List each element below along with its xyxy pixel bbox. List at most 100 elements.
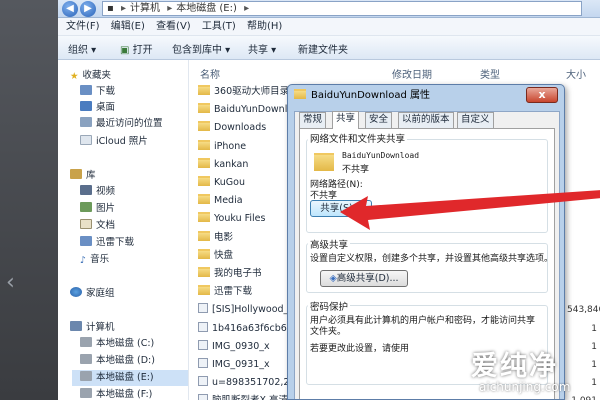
address-input[interactable]: ▪ ▸ 计算机 ▸ 本地磁盘 (E:) ▸ (102, 1, 582, 16)
file-row[interactable]: KuGou (198, 175, 245, 191)
column-type[interactable]: 类型 (480, 66, 500, 81)
menu-view[interactable]: 查看(V) (156, 18, 191, 36)
nav-label: 本地磁盘 (F:) (96, 389, 153, 400)
nav-desktop[interactable]: 桌面 (80, 100, 115, 116)
password-description-line-2: 文件夹。 (310, 327, 347, 337)
breadcrumb-drive-e[interactable]: 本地磁盘 (E:) (176, 3, 237, 14)
file-row[interactable]: Downloads (198, 120, 266, 136)
picture-icon (80, 202, 92, 212)
file-row[interactable]: u=898351702,27 (198, 375, 296, 391)
nav-favorites[interactable]: ★ 收藏夹 (70, 68, 111, 84)
file-row[interactable]: Media (198, 193, 243, 209)
folder-icon (198, 267, 210, 277)
menu-file[interactable]: 文件(F) (66, 18, 100, 36)
organize-button[interactable]: 组织 ▾ (68, 41, 96, 56)
column-modified[interactable]: 修改日期 (392, 66, 432, 81)
folder-icon (198, 103, 210, 114)
file-row[interactable]: IMG_0931_x (198, 357, 270, 373)
nav-drive-f[interactable]: 本地磁盘 (F:) (80, 387, 152, 400)
folder-icon (198, 176, 210, 186)
share-button[interactable]: 共享 ▾ (248, 41, 276, 56)
nav-libraries[interactable]: 库 (70, 168, 96, 184)
advanced-share-button-label: 高级共享(D)... (336, 273, 399, 284)
tab-general[interactable]: 常规 (299, 112, 327, 128)
drive-icon (80, 354, 92, 364)
file-row[interactable]: 电影 (198, 230, 233, 246)
nav-videos[interactable]: 视频 (80, 184, 115, 200)
file-row[interactable]: kankan (198, 157, 248, 173)
tab-customize[interactable]: 自定义 (457, 112, 494, 128)
file-row[interactable]: IMG_0930_x (198, 339, 270, 355)
breadcrumb-computer[interactable]: 计算机 (130, 3, 160, 14)
watermark-brand: 爱纯净 (471, 351, 558, 382)
column-size[interactable]: 大小 (566, 66, 586, 81)
nav-documents[interactable]: 文档 (80, 218, 115, 234)
nav-icloud[interactable]: iCloud 照片 (80, 134, 148, 150)
forward-button[interactable]: ▶ (80, 1, 96, 17)
open-button[interactable]: ▣ 打开 (120, 41, 153, 56)
tab-previous-versions[interactable]: 以前的版本 (398, 112, 454, 128)
file-row[interactable]: 脑肌断裂者X 高清 (198, 393, 288, 400)
file-row[interactable]: 360驱动大师目录 (198, 84, 289, 100)
file-row[interactable]: [SIS]Hollywood_C (198, 302, 295, 318)
column-name[interactable]: 名称 (200, 66, 220, 81)
file-row[interactable]: 迅雷下载 (198, 284, 252, 300)
nav-music[interactable]: ♪ 音乐 (80, 252, 109, 268)
nav-recent[interactable]: 最近访问的位置 (80, 116, 163, 132)
network-share-group-label: 网络文件和文件夹共享 (308, 131, 408, 145)
watermark-logo-icon (415, 345, 466, 384)
file-row[interactable]: Youku Files (198, 211, 265, 227)
file-icon (198, 358, 208, 368)
menu-help[interactable]: 帮助(H) (247, 18, 282, 36)
file-size (567, 120, 597, 136)
nav-downloads[interactable]: 下载 (80, 84, 115, 100)
file-size (567, 175, 597, 191)
file-row[interactable]: 我的电子书 (198, 266, 262, 282)
file-size (567, 139, 597, 155)
new-folder-button[interactable]: 新建文件夹 (298, 41, 348, 56)
close-button[interactable]: x (526, 87, 558, 103)
include-library-button[interactable]: 包含到库中 ▾ (172, 41, 230, 56)
advanced-share-description: 设置自定义权限，创建多个共享，并设置其他高级共享选项。 (310, 254, 554, 264)
tab-security[interactable]: 安全 (365, 112, 393, 128)
nav-drive-d[interactable]: 本地磁盘 (D:) (80, 353, 155, 369)
menu-bar: 文件(F) 编辑(E) 查看(V) 工具(T) 帮助(H) (58, 18, 600, 36)
file-icon (198, 376, 208, 387)
file-row[interactable]: 快盘 (198, 248, 233, 264)
file-name: Media (214, 195, 243, 207)
nav-drive-c[interactable]: 本地磁盘 (C:) (80, 336, 154, 352)
menu-edit[interactable]: 编辑(E) (111, 18, 145, 36)
dialog-title: BaiduYunDownload 属性 (294, 85, 430, 107)
back-button[interactable]: ◀ (62, 1, 78, 17)
password-group-label: 密码保护 (308, 299, 351, 313)
desktop-icon (80, 101, 92, 111)
tab-sharing[interactable]: 共享 (332, 111, 360, 129)
open-label: 打开 (132, 45, 153, 56)
nav-pictures[interactable]: 图片 (80, 201, 115, 217)
watermark-url: aichunjing.com (479, 380, 571, 394)
file-row[interactable]: iPhone (198, 139, 246, 155)
navigation-pane: ★ 收藏夹 下载 桌面 最近访问的位置 iCloud 照片 库 视频 图片 文档 … (58, 60, 189, 400)
download-icon (80, 85, 92, 95)
nav-label: 图片 (96, 203, 116, 214)
document-icon (80, 219, 92, 229)
nav-drive-e[interactable]: 本地磁盘 (E:) (72, 370, 188, 386)
file-icon (198, 339, 208, 350)
nav-thunder[interactable]: 迅雷下载 (80, 235, 134, 251)
folder-icon (198, 85, 210, 95)
music-icon: ♪ (80, 255, 87, 266)
nav-computer[interactable]: 计算机 (70, 320, 115, 336)
folder-icon (198, 230, 210, 241)
file-row[interactable]: 1b416a63f6cb6b (198, 321, 293, 337)
nav-homegroup[interactable]: 家庭组 (70, 286, 115, 302)
file-name: 电影 (214, 231, 234, 243)
nav-label: 最近访问的位置 (96, 118, 163, 129)
advanced-share-button[interactable]: ◈高级共享(D)... (320, 270, 408, 287)
menu-tools[interactable]: 工具(T) (202, 18, 236, 36)
folder-icon (198, 248, 210, 259)
file-size (567, 157, 597, 173)
icloud-icon (80, 135, 92, 145)
file-name: KuGou (214, 177, 245, 188)
nav-label: 本地磁盘 (D:) (96, 355, 155, 366)
folder-share-status: 不共享 (342, 165, 370, 175)
